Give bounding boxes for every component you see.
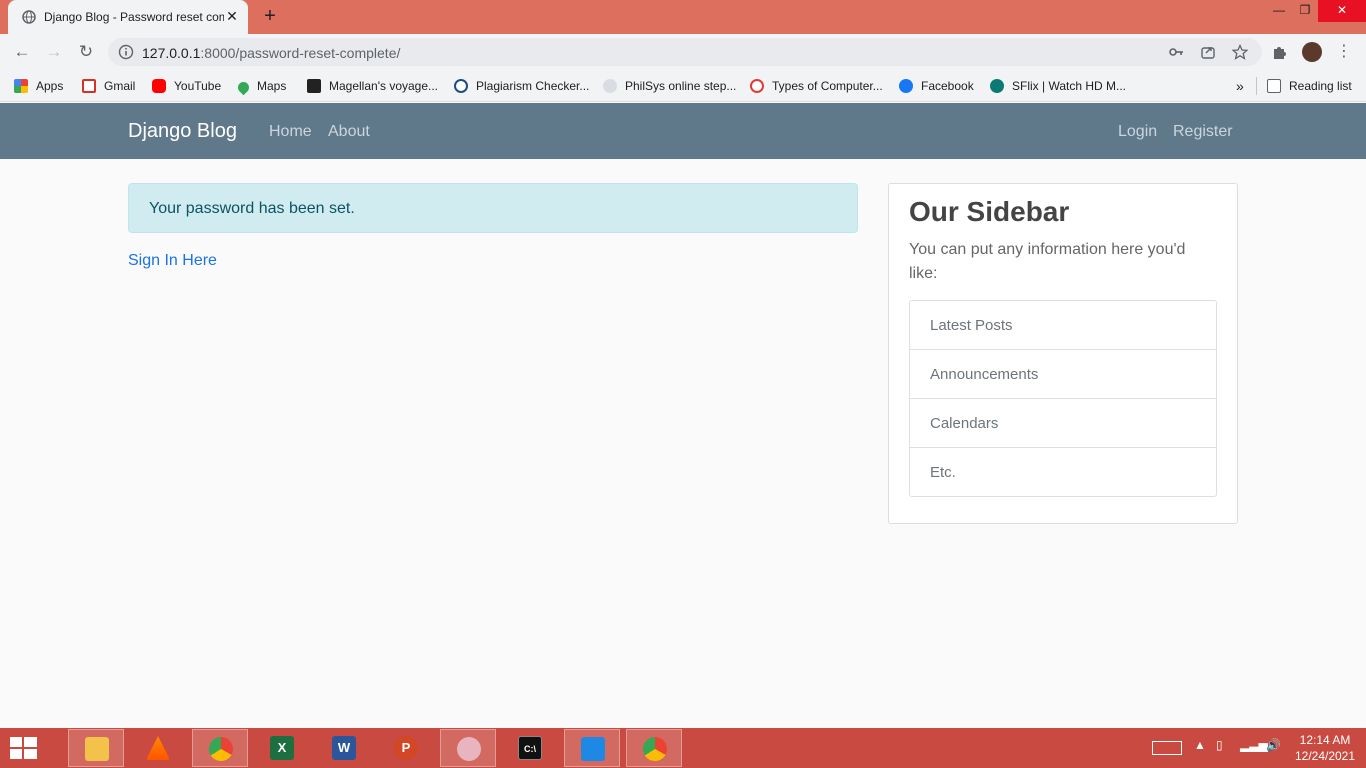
taskbar-vscode[interactable] [564,729,620,767]
key-icon[interactable] [1168,44,1184,60]
sidebar-item-latest-posts[interactable]: Latest Posts [910,301,1216,350]
forward-arrow-icon[interactable]: → [44,42,64,62]
gmail-icon [82,79,96,93]
bookmarks-bar: Apps Gmail YouTube Maps Magellan's voyag… [0,70,1366,102]
bookmark-sflix[interactable]: SFlix | Watch HD M... [990,77,1126,95]
restore-window-button[interactable]: ❐ [1290,0,1320,22]
taskbar-snipping-tool[interactable] [440,729,496,767]
url-text: 127.0.0.1:8000/password-reset-complete/ [142,45,401,61]
windows-start-icon[interactable] [10,737,38,759]
sign-in-link[interactable]: Sign In Here [128,252,217,270]
bookmark-types-of-computer[interactable]: Types of Computer... [750,77,883,95]
philsys-icon [603,79,617,93]
touch-keyboard-icon[interactable] [1152,741,1182,755]
bookmark-maps[interactable]: Maps [235,77,286,96]
browser-toolbar: ← → ↻ 127.0.0.1:8000/password-reset-comp… [0,34,1366,70]
clock-date: 12/24/2021 [1294,749,1356,763]
bookmark-gmail[interactable]: Gmail [82,77,135,95]
maps-pin-icon [235,79,252,96]
bookmark-philsys[interactable]: PhilSys online step... [603,77,736,95]
extensions-puzzle-icon[interactable] [1270,42,1290,62]
word-icon: W [332,736,356,760]
sidebar-list: Latest Posts Announcements Calendars Etc… [909,300,1217,497]
taskbar-powerpoint[interactable]: P [378,729,434,767]
types-icon [750,79,764,93]
taskbar-cmd[interactable]: C:\ [502,729,558,767]
clock-time: 12:14 AM [1299,733,1351,747]
sidebar-description: You can put any information here you'd l… [909,241,1186,282]
sidebar-item-calendars[interactable]: Calendars [910,399,1216,448]
file-explorer-icon [85,737,109,761]
sidebar-item-announcements[interactable]: Announcements [910,350,1216,399]
taskbar-chrome[interactable] [192,729,248,767]
bookmark-facebook[interactable]: Facebook [899,77,974,95]
vlc-icon [146,736,170,760]
nav-home-link[interactable]: Home [269,123,312,141]
bookmark-plagiarism-checker[interactable]: Plagiarism Checker... [454,77,589,95]
sflix-icon [990,79,1004,93]
bookmarks-overflow-button[interactable]: » [1236,77,1244,95]
site-brand[interactable]: Django Blog [128,120,237,143]
alert-message: Your password has been set. [149,200,355,217]
share-icon[interactable] [1200,44,1216,60]
site-info-icon[interactable] [118,44,134,60]
back-arrow-icon[interactable]: ← [12,42,32,62]
browser-tab-active[interactable]: Django Blog - Password reset complete ✕ [8,0,248,34]
tab-title: Django Blog - Password reset complete [44,10,224,24]
reading-list-button[interactable]: Reading list [1267,77,1352,95]
taskbar-vlc[interactable] [130,729,186,767]
nav-about-link[interactable]: About [328,123,370,141]
chrome-icon [209,737,233,761]
menu-kebab-icon[interactable]: ⋮ [1334,42,1354,62]
new-tab-button[interactable]: + [260,6,280,26]
apps-grid-icon [14,79,28,93]
magnifier-icon [454,79,468,93]
nav-register-link[interactable]: Register [1173,123,1233,141]
success-alert: Your password has been set. [128,183,858,233]
browser-tab-strip: Django Blog - Password reset complete ✕ … [0,0,1366,34]
address-bar[interactable]: 127.0.0.1:8000/password-reset-complete/ [108,38,1262,66]
taskbar-excel[interactable]: X [254,729,310,767]
taskbar-chrome-2[interactable] [626,729,682,767]
battery-icon[interactable]: ▯ [1216,738,1223,758]
site-navbar: Django Blog Home About Login Register [0,103,1366,159]
bookmark-star-icon[interactable] [1232,44,1248,60]
sidebar-item-etc[interactable]: Etc. [910,448,1216,497]
museum-icon [307,79,321,93]
taskbar-file-explorer[interactable] [68,729,124,767]
chrome-icon [643,737,667,761]
close-window-button[interactable]: ✕ [1318,0,1366,22]
reading-list-icon [1267,79,1281,93]
taskbar-word[interactable]: W [316,729,372,767]
excel-icon: X [270,736,294,760]
youtube-icon [152,79,166,93]
tray-chevron-up-icon[interactable]: ▲ [1194,738,1206,758]
facebook-icon [899,79,913,93]
vscode-icon [581,737,605,761]
powerpoint-icon: P [394,736,418,760]
nav-login-link[interactable]: Login [1118,123,1157,141]
snipping-tool-icon [457,737,481,761]
bookmark-apps[interactable]: Apps [14,77,63,95]
globe-icon [22,10,36,24]
bookmarks-divider [1256,77,1257,95]
system-clock[interactable]: 12:14 AM 12/24/2021 [1288,732,1362,764]
bookmark-magellan[interactable]: Magellan's voyage... [307,77,438,95]
windows-taskbar: X W P C:\ ▲ ▯ ▂▃▅ 🔊 12:14 AM 12/24/2021 [0,728,1366,768]
bookmark-youtube[interactable]: YouTube [152,77,221,95]
network-signal-icon[interactable]: ▂▃▅ [1240,738,1268,758]
cmd-icon: C:\ [518,736,542,760]
profile-avatar[interactable] [1302,42,1322,62]
close-tab-icon[interactable]: ✕ [224,8,240,24]
volume-icon[interactable]: 🔊 [1266,738,1281,758]
reload-icon[interactable]: ↻ [76,42,96,62]
sidebar-card: Our Sidebar You can put any information … [888,183,1238,524]
sidebar-title: Our Sidebar [909,196,1070,227]
